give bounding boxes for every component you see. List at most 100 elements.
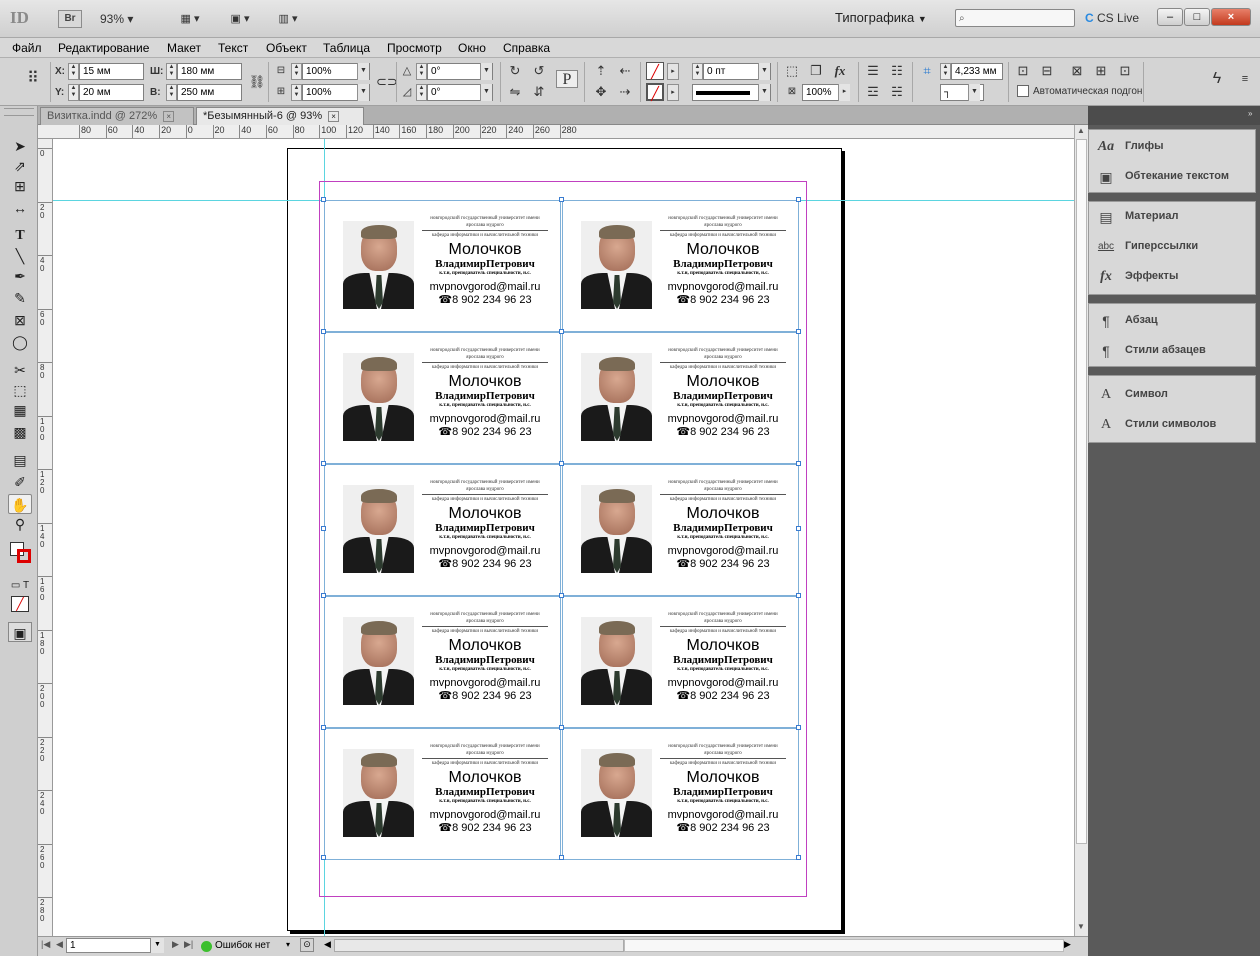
align-justify-icon[interactable]: ☵ bbox=[888, 83, 906, 101]
minimize-button[interactable]: – bbox=[1157, 8, 1183, 26]
center-content-icon[interactable]: ⊡ bbox=[1116, 62, 1134, 80]
gradient-swatch-tool-icon[interactable]: ▦ bbox=[8, 400, 32, 420]
chevron-down-icon[interactable]: ▼ bbox=[480, 84, 492, 101]
panel-swatches[interactable]: ▤ Материал bbox=[1095, 206, 1251, 228]
portrait-photo[interactable] bbox=[343, 617, 414, 705]
flip-vertical-icon[interactable]: ⇵ bbox=[530, 83, 548, 101]
card-text-frame[interactable]: новгородский государственный университет… bbox=[420, 743, 550, 835]
business-card[interactable]: новгородский государственный университет… bbox=[562, 464, 799, 596]
card-text-frame[interactable]: новгородский государственный университет… bbox=[420, 479, 550, 571]
portrait-photo[interactable] bbox=[581, 485, 652, 573]
fill-proportionally-icon[interactable]: ⊠ bbox=[1068, 62, 1086, 80]
chevron-right-icon[interactable]: ▸ bbox=[838, 84, 850, 101]
scale-y-stepper[interactable]: ▲ ▼ bbox=[291, 84, 302, 101]
business-card[interactable]: новгородский государственный университет… bbox=[324, 596, 561, 728]
link-scale-icon[interactable]: ⊂⊃ bbox=[376, 73, 398, 91]
search-field[interactable]: ⌕ bbox=[955, 9, 1075, 27]
x-stepper[interactable]: ▲ ▼ bbox=[68, 63, 79, 80]
portrait-photo[interactable] bbox=[343, 353, 414, 441]
chevron-down-icon[interactable]: ▼ bbox=[758, 63, 770, 80]
cs-live-button[interactable]: C CS Live bbox=[1085, 11, 1139, 25]
zoom-level-dropdown[interactable]: 93% ▾ bbox=[100, 12, 133, 26]
prev-page-icon[interactable]: ◀ bbox=[56, 939, 63, 950]
business-card[interactable]: новгородский государственный университет… bbox=[324, 464, 561, 596]
stroke-color-icon[interactable] bbox=[17, 549, 31, 563]
y-stepper[interactable]: ▲ ▼ bbox=[68, 84, 79, 101]
chevron-down-icon[interactable]: ▼ bbox=[357, 63, 369, 80]
fill-swatch-icon[interactable]: ╱ bbox=[646, 62, 664, 80]
chevron-down-icon[interactable]: ▼ bbox=[150, 938, 164, 953]
preflight-status-label[interactable]: Ошибок нет bbox=[215, 940, 270, 951]
next-page-icon[interactable]: ▶ bbox=[172, 939, 179, 950]
selection-handle[interactable] bbox=[321, 197, 326, 202]
constrain-proportions-icon[interactable]: ⛓ bbox=[248, 73, 266, 91]
scale-x-stepper[interactable]: ▲ ▼ bbox=[291, 63, 302, 80]
panel-glyphs[interactable]: Aa Глифы bbox=[1095, 136, 1251, 158]
fit-frame-icon[interactable]: ⊡ bbox=[1014, 62, 1032, 80]
first-page-icon[interactable]: |◀ bbox=[41, 939, 50, 950]
business-card[interactable]: новгородский государственный университет… bbox=[562, 332, 799, 464]
portrait-photo[interactable] bbox=[581, 617, 652, 705]
selection-handle[interactable] bbox=[559, 725, 564, 730]
menu-type[interactable]: Текст bbox=[218, 41, 248, 55]
select-content-icon[interactable]: ✥ bbox=[592, 83, 610, 101]
panel-effects[interactable]: fx Эффекты bbox=[1095, 266, 1251, 288]
selection-handle[interactable] bbox=[321, 593, 326, 598]
align-center-icon[interactable]: ☷ bbox=[888, 62, 906, 80]
apply-none-icon[interactable]: ╱ bbox=[11, 596, 29, 612]
gap-tool-icon[interactable]: ↔ bbox=[8, 198, 32, 218]
horizontal-scrollbar[interactable] bbox=[334, 939, 624, 952]
width-field[interactable]: 180 мм bbox=[177, 63, 242, 80]
x-field[interactable]: 15 мм bbox=[79, 63, 144, 80]
drop-shadow-icon[interactable]: ⬚ bbox=[783, 62, 801, 80]
selection-handle[interactable] bbox=[321, 329, 326, 334]
reference-point-icon[interactable]: ⠿ bbox=[24, 70, 42, 88]
offset-field[interactable]: 4,233 мм bbox=[951, 63, 1003, 80]
selection-handle[interactable] bbox=[321, 461, 326, 466]
selection-handle[interactable] bbox=[559, 461, 564, 466]
chevron-down-icon[interactable]: ▾ bbox=[286, 940, 290, 949]
portrait-photo[interactable] bbox=[581, 221, 652, 309]
y-field[interactable]: 20 мм bbox=[79, 84, 144, 101]
panel-paragraph-styles[interactable]: ¶ Стили абзацев bbox=[1095, 340, 1251, 362]
flip-horizontal-icon[interactable]: ⇋ bbox=[506, 83, 524, 101]
ellipse-tool-icon[interactable]: ◯ bbox=[8, 332, 32, 352]
scroll-down-icon[interactable]: ▼ bbox=[1077, 922, 1085, 931]
arrange-documents-button[interactable]: ▥ ▾ bbox=[270, 9, 306, 29]
selection-tool-icon[interactable]: ➤ bbox=[8, 136, 32, 156]
card-text-frame[interactable]: новгородский государственный университет… bbox=[658, 347, 788, 439]
menu-edit[interactable]: Редактирование bbox=[58, 41, 149, 55]
scroll-up-icon[interactable]: ▲ bbox=[1077, 126, 1085, 135]
tab-vizitka[interactable]: Визитка.indd @ 272% × bbox=[40, 107, 194, 125]
scroll-right-icon[interactable]: ▶ bbox=[1064, 939, 1071, 950]
menu-object[interactable]: Объект bbox=[266, 41, 307, 55]
hand-tool-icon[interactable]: ✋ bbox=[8, 494, 32, 514]
pencil-tool-icon[interactable]: ✎ bbox=[8, 288, 32, 308]
close-icon[interactable]: × bbox=[163, 110, 175, 122]
align-top-icon[interactable]: ☰ bbox=[864, 62, 882, 80]
height-field[interactable]: 250 мм bbox=[177, 84, 242, 101]
business-card[interactable]: новгородский государственный университет… bbox=[324, 728, 561, 860]
select-next-icon[interactable]: ⇢ bbox=[616, 83, 634, 101]
business-card[interactable]: новгородский государственный университет… bbox=[324, 332, 561, 464]
lightning-icon[interactable]: ϟ bbox=[1208, 70, 1226, 88]
chevron-right-icon[interactable]: ▸ bbox=[667, 84, 679, 101]
last-page-icon[interactable]: ▶| bbox=[184, 939, 193, 950]
workspace-switcher[interactable]: Типографика ▼ bbox=[835, 10, 927, 25]
view-options-button[interactable]: ▦ ▾ bbox=[172, 9, 208, 29]
pen-tool-icon[interactable]: ✒ bbox=[8, 266, 32, 286]
selection-handle[interactable] bbox=[321, 855, 326, 860]
selection-handle[interactable] bbox=[559, 855, 564, 860]
selection-handle[interactable] bbox=[559, 329, 564, 334]
close-button[interactable]: × bbox=[1211, 8, 1251, 26]
select-container-icon[interactable]: ⇡ bbox=[592, 62, 610, 80]
rotate-cw-icon[interactable]: ↻ bbox=[506, 62, 524, 80]
scroll-left-icon[interactable]: ◀ bbox=[324, 939, 331, 950]
gradient-feather-tool-icon[interactable]: ▩ bbox=[8, 422, 32, 442]
selection-handle[interactable] bbox=[559, 197, 564, 202]
w-stepper[interactable]: ▲ ▼ bbox=[166, 63, 177, 80]
portrait-photo[interactable] bbox=[581, 353, 652, 441]
close-icon[interactable]: × bbox=[328, 110, 340, 122]
panel-character[interactable]: A Символ bbox=[1095, 384, 1251, 406]
selection-handle[interactable] bbox=[796, 461, 801, 466]
